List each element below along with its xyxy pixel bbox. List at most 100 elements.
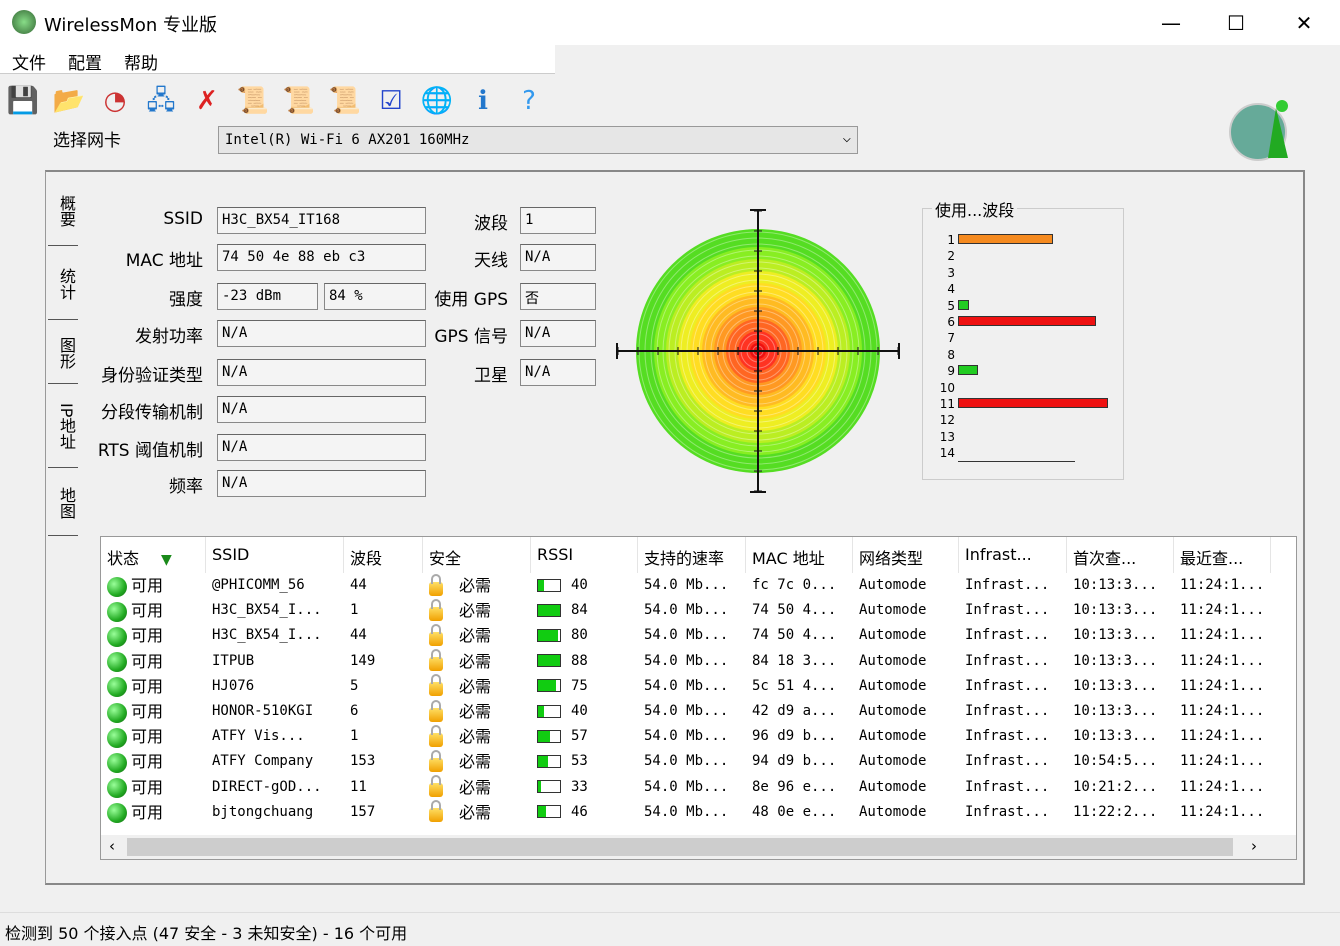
scroll-left-icon[interactable]: ‹: [109, 837, 115, 855]
channel-bar-6: [958, 316, 1096, 326]
column-header[interactable]: 首次查...: [1067, 537, 1174, 573]
cell-text: 11:24:1...: [1180, 728, 1265, 745]
open-folder-icon: 📂: [52, 86, 86, 116]
cell-1: H3C_BX54_I...: [206, 623, 344, 648]
menu-help[interactable]: 帮助: [124, 49, 158, 74]
cell-text: 54.0 Mb...: [644, 803, 729, 820]
close-button[interactable]: ✕: [1281, 8, 1327, 38]
nic-select[interactable]: Intel(R) Wi-Fi 6 AX201 160MHz ⌵: [218, 126, 858, 154]
table-row[interactable]: 可用 DIRECT-gOD... 11 必需 33 54.0 Mb... 8e 96 e..…: [101, 775, 1271, 800]
cell-8: Infrast...: [959, 623, 1067, 648]
horizontal-scrollbar[interactable]: ‹ ›: [101, 835, 1296, 859]
table-row[interactable]: 可用 H3C_BX54_I... 44 必需 80 54.0 Mb... 74 50 4..…: [101, 623, 1271, 648]
table-row[interactable]: 可用 H3C_BX54_I... 1 必需 84 54.0 Mb... 74 50 4...…: [101, 598, 1271, 623]
cell-2: 157: [344, 800, 423, 825]
channel-usage-title: 使用...波段: [932, 197, 1018, 221]
cell-8: Infrast...: [959, 598, 1067, 623]
cell-2: 1: [344, 598, 423, 623]
info-button[interactable]: ℹ: [466, 84, 500, 118]
save-icon: 💾: [6, 86, 40, 116]
cell-text: 10:13:3...: [1073, 677, 1158, 694]
column-header-label: 波段: [350, 549, 383, 568]
cell-text: 53: [571, 753, 588, 770]
cell-text: @PHICOMM_56: [212, 577, 305, 593]
cell-text: 5c 51 4...: [752, 677, 837, 694]
cell-9: 10:13:3...: [1067, 674, 1174, 699]
table-row[interactable]: 可用 bjtongchuang 157 必需 46 54.0 Mb... 48 0e e..…: [101, 800, 1271, 825]
globe-button[interactable]: 🌐: [420, 84, 454, 118]
cell-3: 必需: [423, 699, 531, 724]
column-header[interactable]: SSID: [206, 537, 344, 573]
cell-text: H3C_BX54_I...: [212, 602, 322, 619]
cell-text: 153: [350, 753, 376, 770]
right-field-value: N/A: [520, 320, 596, 347]
field-label: 强度: [169, 290, 203, 310]
channel-label: 9: [947, 364, 955, 379]
cell-text: 11:24:1...: [1180, 602, 1265, 619]
cell-10: 11:24:1...: [1174, 573, 1271, 598]
cell-text: 必需: [459, 727, 492, 747]
network-connect-button[interactable]: 🖧: [144, 84, 178, 118]
field-label: 发射功率: [135, 327, 203, 347]
cell-6: 74 50 4...: [746, 598, 853, 623]
cell-10: 11:24:1...: [1174, 775, 1271, 800]
column-header[interactable]: 支持的速率: [638, 537, 746, 573]
menu-config[interactable]: 配置: [68, 49, 102, 74]
cell-text: 54.0 Mb...: [644, 703, 729, 719]
cell-0: 可用: [101, 573, 206, 598]
cell-8: Infrast...: [959, 674, 1067, 699]
open-folder-button[interactable]: 📂: [52, 84, 86, 118]
cell-text: 可用: [131, 576, 164, 595]
cell-text: Infrast...: [965, 778, 1050, 795]
cell-3: 必需: [423, 598, 531, 623]
cell-4: 33: [531, 775, 638, 800]
table-row[interactable]: 可用 ITPUB 149 必需 88 54.0 Mb... 84 18 3... Automo…: [101, 649, 1271, 674]
cell-7: Automode: [853, 800, 959, 825]
table-row[interactable]: 可用 HONOR-510KGI 6 必需 40 54.0 Mb... 42 d9 a... A…: [101, 699, 1271, 724]
channel-bar-9: [958, 365, 978, 376]
network-disconnect-button[interactable]: ✗: [190, 84, 224, 118]
column-header[interactable]: RSSI: [531, 537, 638, 573]
column-header[interactable]: 安全: [423, 537, 531, 573]
cell-text: 必需: [459, 752, 492, 772]
cell-7: Automode: [853, 573, 959, 598]
column-header[interactable]: 波段: [344, 537, 423, 573]
menu-file[interactable]: 文件: [12, 49, 46, 74]
column-header[interactable]: Infrast...: [959, 537, 1067, 573]
cell-text: Infrast...: [965, 577, 1050, 593]
speedometer-button[interactable]: ◔: [98, 84, 132, 118]
table-row[interactable]: 可用 @PHICOMM_56 44 必需 40 54.0 Mb... fc 7c 0... A…: [101, 573, 1271, 598]
column-header[interactable]: 最近查...: [1174, 537, 1271, 573]
help-button[interactable]: ?: [512, 84, 546, 118]
status-available-icon: [107, 626, 127, 647]
minimize-button[interactable]: —: [1148, 8, 1194, 38]
log-check-button[interactable]: 📜: [328, 84, 362, 118]
cell-text: ATFY Company: [212, 753, 314, 770]
cell-10: 11:24:1...: [1174, 623, 1271, 648]
cell-0: 可用: [101, 800, 206, 825]
checklist-button[interactable]: ☑: [374, 84, 408, 118]
save-button[interactable]: 💾: [6, 84, 40, 118]
column-header[interactable]: 状态 ▼: [101, 537, 206, 573]
cell-text: 可用: [131, 752, 164, 772]
cell-text: 必需: [459, 651, 492, 671]
scroll-right-icon[interactable]: ›: [1251, 837, 1257, 855]
sort-down-triangle-icon[interactable]: ▼: [161, 552, 172, 568]
cell-text: 57: [571, 728, 588, 745]
column-header[interactable]: MAC 地址: [746, 537, 853, 573]
log-stop-icon: 📜: [282, 86, 316, 116]
hscroll-thumb[interactable]: [127, 838, 1233, 856]
cell-text: 必需: [459, 702, 492, 721]
right-field-label: 使用 GPS: [434, 290, 508, 310]
right-field-label: 波段: [474, 214, 508, 234]
maximize-button[interactable]: ☐: [1213, 8, 1259, 38]
log-start-button[interactable]: 📜: [236, 84, 270, 118]
lock-icon: [429, 598, 443, 621]
log-stop-button[interactable]: 📜: [282, 84, 316, 118]
cell-text: 可用: [131, 601, 164, 621]
cell-text: Automode: [859, 652, 927, 669]
table-row[interactable]: 可用 ATFY Company 153 必需 53 54.0 Mb... 94 d9 b..…: [101, 749, 1271, 774]
column-header[interactable]: 网络类型: [853, 537, 959, 573]
table-row[interactable]: 可用 ATFY Vis... 1 必需 57 54.0 Mb... 96 d9 b... Au…: [101, 724, 1271, 749]
table-row[interactable]: 可用 HJ076 5 必需 75 54.0 Mb... 5c 51 4... Automode…: [101, 674, 1271, 699]
